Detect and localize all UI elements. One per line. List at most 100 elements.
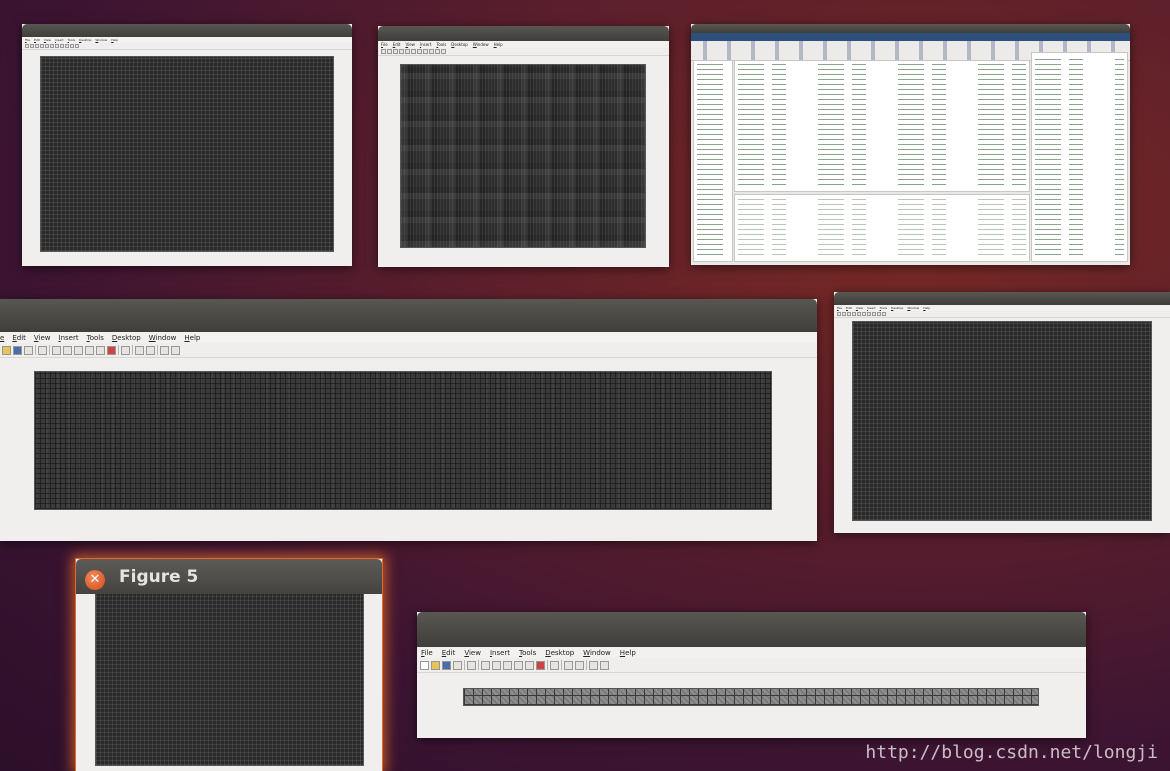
menu-window[interactable]: Window (95, 38, 107, 42)
show-plot-tools-icon[interactable] (600, 660, 609, 670)
menu-view[interactable]: View (405, 42, 415, 47)
save-icon[interactable] (13, 345, 22, 355)
menu-view[interactable]: View (856, 306, 863, 310)
menu-help[interactable]: Help (111, 38, 118, 42)
hide-plot-tools-icon[interactable] (589, 660, 598, 670)
legend-icon[interactable] (146, 345, 155, 355)
menu-edit[interactable]: Edit (846, 306, 852, 310)
colorbar-icon[interactable] (564, 660, 573, 670)
brush-icon[interactable] (75, 44, 79, 48)
save-icon[interactable] (847, 312, 851, 316)
zoom-in-icon[interactable] (862, 312, 866, 316)
title-bar[interactable] (22, 24, 352, 37)
pan-icon[interactable] (872, 312, 876, 316)
title-bar[interactable] (0, 299, 817, 332)
rotate-icon[interactable] (514, 660, 523, 670)
menu-edit[interactable]: Edit (34, 38, 40, 42)
menu-desktop[interactable]: Desktop (891, 306, 903, 310)
pan-icon[interactable] (74, 345, 83, 355)
menu-insert[interactable]: Insert (420, 42, 431, 47)
menu-window[interactable]: Window (149, 334, 177, 342)
zoom-out-icon[interactable] (867, 312, 871, 316)
zoom-in-icon[interactable] (50, 44, 54, 48)
zoom-in-icon[interactable] (52, 345, 61, 355)
menu-file[interactable]: File (381, 42, 388, 47)
menu-view[interactable]: View (34, 334, 51, 342)
print-icon[interactable] (40, 44, 44, 48)
menu-view[interactable]: View (44, 38, 51, 42)
menu-insert[interactable]: Insert (490, 649, 510, 657)
zoom-out-icon[interactable] (63, 345, 72, 355)
save-icon[interactable] (442, 660, 451, 670)
data-cursor-icon[interactable] (70, 44, 74, 48)
legend-icon[interactable] (575, 660, 584, 670)
figure-axes[interactable] (463, 688, 1039, 706)
pan-icon[interactable] (503, 660, 512, 670)
print-icon[interactable] (852, 312, 856, 316)
menu-file[interactable]: File (837, 306, 842, 310)
title-bar[interactable] (378, 26, 669, 41)
data-cursor-icon[interactable] (435, 49, 440, 54)
open-folder-icon[interactable] (387, 49, 392, 54)
menu-desktop[interactable]: Desktop (112, 334, 141, 342)
figure-window-5[interactable]: File Edit View Insert Tools Desktop Wind… (834, 292, 1170, 533)
menu-help[interactable]: Help (923, 306, 930, 310)
menu-tools[interactable]: Tools (68, 38, 75, 42)
show-plot-tools-icon[interactable] (171, 345, 180, 355)
file-browser-panel[interactable] (693, 60, 733, 262)
title-bar[interactable]: ✕ Figure 5 (76, 559, 382, 594)
ribbon-tab-strip[interactable] (691, 33, 1130, 41)
close-icon[interactable]: ✕ (85, 570, 105, 590)
colorbar-icon[interactable] (135, 345, 144, 355)
menu-help[interactable]: Help (494, 42, 503, 47)
menu-tools[interactable]: Tools (880, 306, 887, 310)
zoom-in-icon[interactable] (481, 660, 490, 670)
menu-help[interactable]: Help (184, 334, 200, 342)
pan-icon[interactable] (423, 49, 428, 54)
figure-window-7[interactable]: File Edit View Insert Tools Desktop Wind… (417, 612, 1086, 738)
workspace-panel[interactable] (1031, 52, 1128, 262)
menu-edit[interactable]: Edit (442, 649, 456, 657)
new-file-icon[interactable] (25, 44, 29, 48)
link-icon[interactable] (121, 345, 130, 355)
figure-axes[interactable] (852, 321, 1152, 521)
hide-plot-tools-icon[interactable] (160, 345, 169, 355)
rotate-icon[interactable] (65, 44, 69, 48)
zoom-out-icon[interactable] (417, 49, 422, 54)
menu-view[interactable]: View (464, 649, 481, 657)
menu-window[interactable]: Window (907, 306, 919, 310)
new-file-icon[interactable] (837, 312, 841, 316)
title-bar[interactable] (691, 24, 1130, 33)
figure-axes[interactable] (34, 371, 772, 510)
menu-tools[interactable]: Tools (436, 42, 446, 47)
print-icon[interactable] (24, 345, 33, 355)
menu-window[interactable]: Window (473, 42, 489, 47)
zoom-out-icon[interactable] (492, 660, 501, 670)
open-folder-icon[interactable] (842, 312, 846, 316)
data-cursor-icon[interactable] (96, 345, 105, 355)
menu-desktop[interactable]: Desktop (451, 42, 468, 47)
figure-5-window[interactable]: ✕ Figure 5 (75, 558, 383, 771)
menu-file[interactable]: File (421, 649, 433, 657)
new-file-icon[interactable] (420, 660, 429, 670)
pointer-icon[interactable] (45, 44, 49, 48)
menu-insert[interactable]: Insert (55, 38, 64, 42)
open-folder-icon[interactable] (431, 660, 440, 670)
menu-window[interactable]: Window (583, 649, 611, 657)
menu-insert[interactable]: Insert (59, 334, 79, 342)
menu-desktop[interactable]: Desktop (79, 38, 91, 42)
figure-axes[interactable] (400, 64, 646, 248)
link-icon[interactable] (550, 660, 559, 670)
figure-axes[interactable] (95, 594, 364, 766)
menu-help[interactable]: Help (620, 649, 636, 657)
rotate-icon[interactable] (877, 312, 881, 316)
editor-window[interactable] (691, 24, 1130, 265)
rotate-icon[interactable] (429, 49, 434, 54)
title-bar[interactable] (834, 292, 1170, 305)
pointer-icon[interactable] (857, 312, 861, 316)
figure-window-4[interactable]: e Edit View Insert Tools Desktop Window … (0, 299, 817, 541)
brush-icon[interactable] (441, 49, 446, 54)
menu-tools[interactable]: Tools (519, 649, 536, 657)
pointer-icon[interactable] (405, 49, 410, 54)
figure-window-1[interactable]: File Edit View Insert Tools Desktop Wind… (22, 24, 352, 266)
